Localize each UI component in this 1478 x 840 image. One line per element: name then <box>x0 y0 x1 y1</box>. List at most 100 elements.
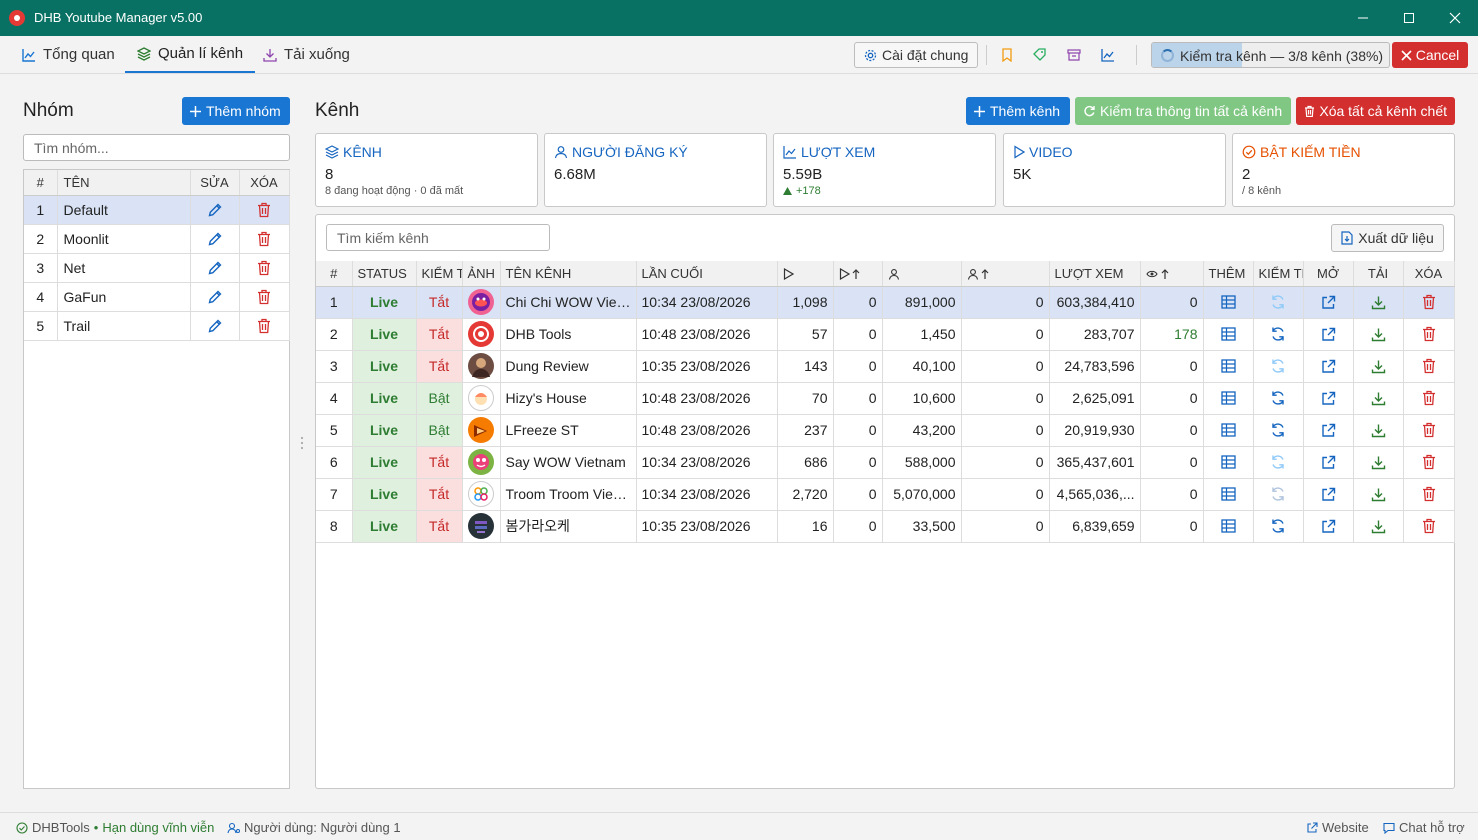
delete-channel-button[interactable] <box>1403 382 1455 415</box>
channel-row[interactable]: 6 Live Tắt Say WOW Vietnam 10:34 23/08/2026 6… <box>316 446 1455 479</box>
delete-group-button[interactable] <box>239 253 290 283</box>
channel-row[interactable]: 7 Live Tắt Troom Troom Vietnam 10:34 23/08/2… <box>316 478 1455 511</box>
group-name[interactable]: Net <box>57 253 191 283</box>
check-channel-button[interactable] <box>1253 478 1304 511</box>
add-to-sheet-button[interactable] <box>1203 510 1254 543</box>
group-row[interactable]: 3 Net <box>24 253 290 283</box>
group-row[interactable]: 2 Moonlit <box>24 224 290 254</box>
edit-group-button[interactable] <box>190 253 240 283</box>
website-link[interactable]: Website <box>1306 820 1369 835</box>
group-name[interactable]: Moonlit <box>57 224 191 254</box>
add-channel-button[interactable]: Thêm kênh <box>966 97 1070 125</box>
channel-row[interactable]: 5 Live Bật LFreeze ST 10:48 23/08/2026 237 0 43… <box>316 414 1455 447</box>
column-header-last-checked[interactable]: LẦN CUỐI <box>636 261 778 287</box>
support-chat-link[interactable]: Chat hỗ trợ <box>1383 820 1465 835</box>
edit-group-button[interactable] <box>190 311 240 341</box>
minimize-button[interactable] <box>1340 0 1386 36</box>
delete-channel-button[interactable] <box>1403 446 1455 479</box>
check-channel-button[interactable] <box>1253 318 1304 351</box>
group-name[interactable]: Default <box>57 195 191 225</box>
column-header-videos[interactable] <box>777 261 834 287</box>
open-channel-button[interactable] <box>1303 510 1354 543</box>
open-channel-button[interactable] <box>1303 414 1354 447</box>
check-channel-button[interactable] <box>1253 414 1304 447</box>
cancel-button[interactable]: Cancel <box>1392 42 1468 68</box>
open-channel-button[interactable] <box>1303 446 1354 479</box>
panel-splitter[interactable] <box>300 435 304 451</box>
download-channel-button[interactable] <box>1353 286 1404 319</box>
tab-overview[interactable]: Tổng quan <box>10 36 127 73</box>
group-row[interactable]: 1 Default <box>24 195 290 225</box>
check-channel-button[interactable] <box>1253 350 1304 383</box>
delete-group-button[interactable] <box>239 282 290 312</box>
statistics-button[interactable] <box>1101 48 1115 62</box>
download-channel-button[interactable] <box>1353 382 1404 415</box>
delete-channel-button[interactable] <box>1403 510 1455 543</box>
channel-row[interactable]: 8 Live Tắt 봄가라오케 10:35 23/08/2026 16 0 33,500 0 6… <box>316 510 1455 543</box>
channel-row[interactable]: 2 Live Tắt DHB Tools 10:48 23/08/2026 57 0 1,45… <box>316 318 1455 351</box>
download-channel-button[interactable] <box>1353 318 1404 351</box>
edit-group-button[interactable] <box>190 224 240 254</box>
tab-channel-management[interactable]: Quản lí kênh <box>125 36 256 73</box>
channel-search-input[interactable] <box>326 224 550 251</box>
check-all-channels-button[interactable]: Kiểm tra thông tin tất cả kênh <box>1075 97 1291 125</box>
column-header-name[interactable]: TÊN <box>57 170 191 196</box>
check-channel-button[interactable] <box>1253 446 1304 479</box>
edit-group-button[interactable] <box>190 282 240 312</box>
check-channel-button[interactable] <box>1253 510 1304 543</box>
column-header-views-delta[interactable] <box>1140 261 1204 287</box>
group-row[interactable]: 5 Trail <box>24 311 290 341</box>
check-channel-button[interactable] <box>1253 382 1304 415</box>
edit-group-button[interactable] <box>190 195 240 225</box>
add-to-sheet-button[interactable] <box>1203 414 1254 447</box>
add-to-sheet-button[interactable] <box>1203 382 1254 415</box>
download-channel-button[interactable] <box>1353 446 1404 479</box>
column-header-monetize-check[interactable]: KIỂM TRA <box>416 261 463 287</box>
delete-group-button[interactable] <box>239 195 290 225</box>
open-channel-button[interactable] <box>1303 382 1354 415</box>
tab-downloads[interactable]: Tải xuống <box>251 36 362 73</box>
download-channel-button[interactable] <box>1353 510 1404 543</box>
open-channel-button[interactable] <box>1303 318 1354 351</box>
download-channel-button[interactable] <box>1353 350 1404 383</box>
close-button[interactable] <box>1432 0 1478 36</box>
add-to-sheet-button[interactable] <box>1203 478 1254 511</box>
channel-row[interactable]: 1 Live Tắt Chi Chi WOW Vietnam 10:34 23/08/2… <box>316 286 1455 319</box>
column-header-status[interactable]: STATUS <box>352 261 417 287</box>
channel-row[interactable]: 3 Live Tắt Dung Review 10:35 23/08/2026 143 0 4… <box>316 350 1455 383</box>
add-group-button[interactable]: Thêm nhóm <box>182 97 290 125</box>
add-to-sheet-button[interactable] <box>1203 446 1254 479</box>
check-channel-button[interactable] <box>1253 286 1304 319</box>
add-to-sheet-button[interactable] <box>1203 318 1254 351</box>
delete-dead-channels-button[interactable]: Xóa tất cả kênh chết <box>1296 97 1455 125</box>
group-name[interactable]: Trail <box>57 311 191 341</box>
delete-channel-button[interactable] <box>1403 350 1455 383</box>
column-header-channel-name[interactable]: TÊN KÊNH <box>500 261 637 287</box>
add-to-sheet-button[interactable] <box>1203 350 1254 383</box>
export-data-button[interactable]: Xuất dữ liệu <box>1331 224 1444 252</box>
delete-channel-button[interactable] <box>1403 478 1455 511</box>
column-header-views[interactable]: LƯỢT XEM <box>1049 261 1141 287</box>
column-header-subscribers-delta[interactable] <box>961 261 1050 287</box>
open-channel-button[interactable] <box>1303 286 1354 319</box>
open-channel-button[interactable] <box>1303 350 1354 383</box>
delete-group-button[interactable] <box>239 224 290 254</box>
maximize-button[interactable] <box>1386 0 1432 36</box>
column-header-videos-delta[interactable] <box>833 261 883 287</box>
delete-channel-button[interactable] <box>1403 318 1455 351</box>
general-settings-button[interactable]: Cài đặt chung <box>854 42 979 68</box>
group-row[interactable]: 4 GaFun <box>24 282 290 312</box>
delete-channel-button[interactable] <box>1403 414 1455 447</box>
delete-channel-button[interactable] <box>1403 286 1455 319</box>
column-header-subscribers[interactable] <box>882 261 962 287</box>
download-channel-button[interactable] <box>1353 414 1404 447</box>
delete-group-button[interactable] <box>239 311 290 341</box>
bookmark-button[interactable] <box>1000 48 1014 62</box>
tags-button[interactable] <box>1033 48 1047 62</box>
group-name[interactable]: GaFun <box>57 282 191 312</box>
open-channel-button[interactable] <box>1303 478 1354 511</box>
download-channel-button[interactable] <box>1353 478 1404 511</box>
add-to-sheet-button[interactable] <box>1203 286 1254 319</box>
channel-row[interactable]: 4 Live Bật Hizy's House 10:48 23/08/2026 70 0 1… <box>316 382 1455 415</box>
group-search-input[interactable] <box>23 134 290 161</box>
